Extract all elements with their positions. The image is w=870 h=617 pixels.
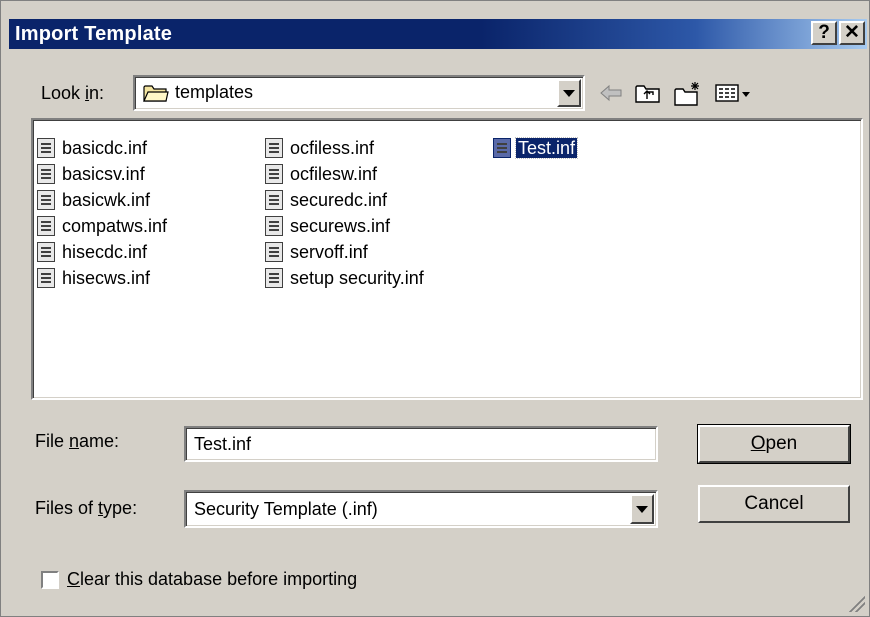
list-item[interactable]: securedc.inf — [265, 186, 389, 212]
file-name: servoff.inf — [290, 242, 368, 263]
window-title: Import Template — [15, 23, 173, 45]
file-name: securews.inf — [290, 216, 391, 237]
inf-file-icon — [37, 138, 55, 159]
list-item[interactable]: ocfilesw.inf — [265, 160, 379, 186]
file-name: basicsv.inf — [62, 164, 145, 185]
clear-database-label[interactable]: Clear this database before importing — [67, 569, 357, 590]
file-name: Test.inf — [514, 137, 579, 160]
file-name-label: File name: — [35, 431, 119, 452]
back-arrow-icon[interactable] — [598, 81, 624, 110]
list-item[interactable]: hisecws.inf — [37, 264, 152, 290]
file-name-label-pre: File — [35, 431, 70, 451]
file-name: hisecws.inf — [62, 268, 151, 289]
list-item[interactable]: basicwk.inf — [37, 186, 152, 212]
file-type-label-post: ype: — [103, 498, 138, 518]
inf-file-icon — [37, 268, 55, 289]
clear-database-hotkey: C — [67, 569, 80, 589]
inf-file-icon — [265, 164, 283, 185]
list-item[interactable]: basicdc.inf — [37, 134, 149, 160]
look-in-label-pre: Look — [41, 83, 86, 103]
inf-file-icon — [265, 216, 283, 237]
list-item[interactable]: ocfiless.inf — [265, 134, 376, 160]
file-name: basicwk.inf — [62, 190, 151, 211]
open-button-hotkey: O — [750, 433, 766, 454]
list-item[interactable]: compatws.inf — [37, 212, 169, 238]
file-name: setup security.inf — [290, 268, 424, 289]
file-name: securedc.inf — [290, 190, 388, 211]
folder-icon — [143, 83, 169, 102]
resize-grip-icon[interactable] — [847, 594, 865, 612]
look-in-label-post: n: — [89, 83, 105, 103]
file-name: hisecdc.inf — [62, 242, 148, 263]
file-name: basicdc.inf — [62, 138, 148, 159]
inf-file-icon — [265, 268, 283, 289]
list-item-selected[interactable]: Test.inf — [493, 134, 579, 160]
list-item[interactable]: servoff.inf — [265, 238, 370, 264]
look-in-combobox[interactable]: templates — [133, 75, 585, 111]
inf-file-icon — [37, 216, 55, 237]
open-button[interactable]: Open — [697, 424, 851, 464]
file-name-value: Test.inf — [194, 434, 252, 454]
inf-file-icon — [265, 242, 283, 263]
cancel-button[interactable]: Cancel — [698, 485, 850, 523]
inf-file-icon — [37, 242, 55, 263]
file-name-label-hotkey: n — [69, 431, 80, 451]
clear-database-checkbox[interactable] — [41, 571, 59, 589]
open-button-label: pen — [765, 433, 798, 454]
close-button[interactable]: ✕ — [839, 21, 865, 45]
title-bar[interactable]: Import Template ? ✕ — [9, 19, 867, 49]
file-type-dropdown-button[interactable] — [630, 494, 654, 524]
clear-database-text: lear this database before importing — [80, 569, 358, 589]
inf-file-icon — [493, 138, 511, 159]
file-type-label-pre: Files of — [35, 498, 99, 518]
look-in-value: templates — [175, 82, 254, 102]
look-in-dropdown-button[interactable] — [557, 79, 581, 107]
file-type-value: Security Template (.inf) — [194, 499, 378, 519]
file-name-label-post: ame: — [79, 431, 120, 451]
inf-file-icon — [265, 138, 283, 159]
view-menu-icon[interactable] — [714, 81, 754, 110]
file-name-input[interactable]: Test.inf — [184, 426, 658, 462]
list-item[interactable]: setup security.inf — [265, 264, 426, 290]
import-template-dialog: Import Template ? ✕ Look in: templates b… — [0, 0, 870, 617]
file-name: compatws.inf — [62, 216, 168, 237]
inf-file-icon — [37, 190, 55, 211]
file-type-label: Files of type: — [35, 498, 137, 519]
look-in-label: Look in: — [41, 83, 104, 104]
inf-file-icon — [265, 190, 283, 211]
chevron-down-icon — [636, 505, 648, 513]
list-item[interactable]: basicsv.inf — [37, 160, 147, 186]
list-item[interactable]: hisecdc.inf — [37, 238, 149, 264]
file-name: ocfilesw.inf — [290, 164, 378, 185]
file-type-select[interactable]: Security Template (.inf) — [184, 490, 658, 528]
file-list[interactable]: basicdc.inf basicsv.inf basicwk.inf comp… — [31, 118, 863, 400]
list-item[interactable]: securews.inf — [265, 212, 392, 238]
file-name: ocfiless.inf — [290, 138, 375, 159]
new-folder-icon[interactable] — [673, 81, 703, 112]
chevron-down-icon — [563, 89, 575, 97]
up-folder-icon[interactable] — [634, 81, 662, 110]
help-button[interactable]: ? — [811, 21, 837, 45]
inf-file-icon — [37, 164, 55, 185]
